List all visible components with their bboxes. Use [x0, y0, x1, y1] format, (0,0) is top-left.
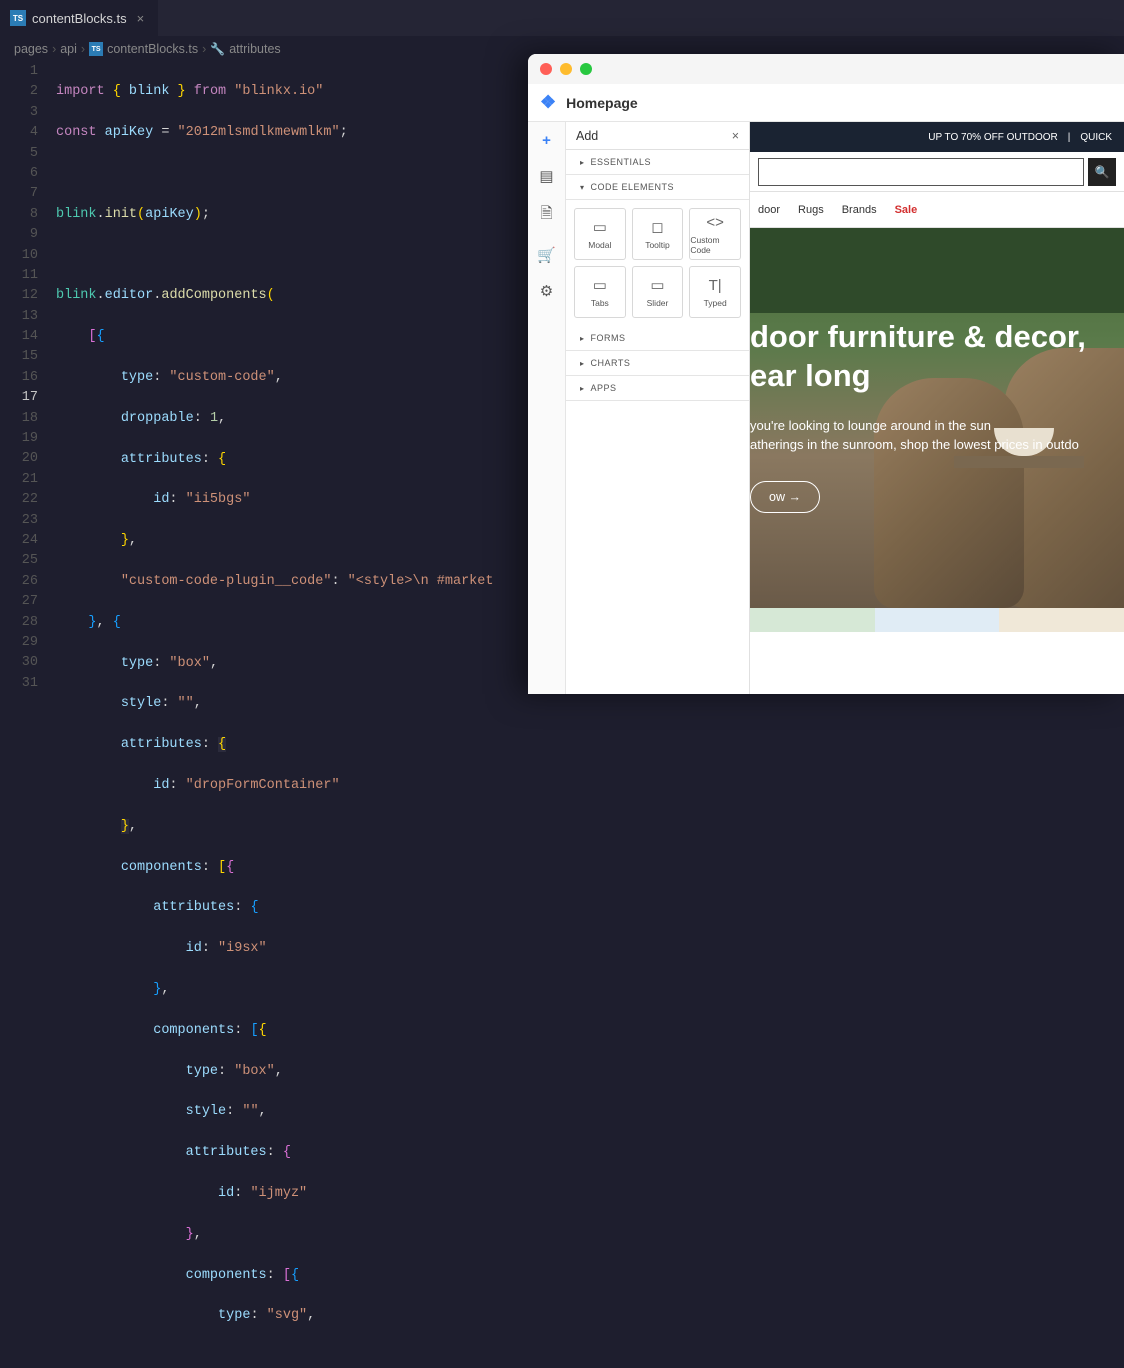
wrench-icon: 🔧: [210, 42, 225, 56]
component-modal[interactable]: ▭ Modal: [574, 208, 626, 260]
typescript-icon: [89, 42, 103, 56]
component-tabs[interactable]: ▭ Tabs: [574, 266, 626, 318]
layers-rail-icon[interactable]: ▤: [539, 167, 553, 185]
chevron-right-icon: ▸: [580, 334, 585, 343]
accordion-apps[interactable]: ▸ APPS: [566, 376, 749, 401]
nav-category[interactable]: Brands: [842, 204, 877, 216]
page-title: Homepage: [566, 95, 638, 111]
app-logo-icon: ❖: [540, 92, 556, 113]
accordion-code-elements[interactable]: ▾ CODE ELEMENTS: [566, 175, 749, 200]
accordion-forms[interactable]: ▸ FORMS: [566, 326, 749, 351]
promo-bar: UP TO 70% OFF OUTDOOR | QUICK: [750, 122, 1124, 152]
mac-minimize-button[interactable]: [560, 63, 572, 75]
close-icon[interactable]: ×: [133, 11, 149, 26]
chevron-down-icon: ▾: [580, 183, 585, 192]
chevron-right-icon: ›: [202, 42, 206, 56]
component-tooltip[interactable]: ◻ Tooltip: [632, 208, 684, 260]
mac-close-button[interactable]: [540, 63, 552, 75]
bottom-strip: [750, 608, 1124, 632]
chevron-right-icon: ›: [52, 42, 56, 56]
component-grid: ▭ Modal ◻ Tooltip <> Custom Code ▭ Tabs …: [566, 200, 749, 326]
add-panel-header: Add ×: [566, 122, 749, 150]
typed-icon: T|: [709, 277, 722, 294]
search-input[interactable]: [758, 158, 1084, 186]
mac-titlebar: [528, 54, 1124, 84]
close-icon[interactable]: ×: [732, 129, 739, 143]
app-header: ❖ Homepage: [528, 84, 1124, 122]
editor-tab-bar: contentBlocks.ts ×: [0, 0, 1124, 36]
breadcrumb-seg[interactable]: contentBlocks.ts: [89, 42, 198, 56]
chevron-right-icon: ▸: [580, 158, 585, 167]
component-slider[interactable]: ▭ Slider: [632, 266, 684, 318]
breadcrumb-seg[interactable]: pages: [14, 42, 48, 56]
search-icon: 🔍: [1095, 165, 1110, 179]
settings-rail-icon[interactable]: ⚙: [540, 282, 553, 300]
chevron-right-icon: ▸: [580, 384, 585, 393]
search-button[interactable]: 🔍: [1088, 158, 1116, 186]
commerce-rail-icon[interactable]: 🛒: [537, 246, 556, 264]
tabs-icon: ▭: [593, 276, 607, 294]
breadcrumb-seg[interactable]: api: [60, 42, 77, 56]
accordion-charts[interactable]: ▸ CHARTS: [566, 351, 749, 376]
mac-maximize-button[interactable]: [580, 63, 592, 75]
component-custom-code[interactable]: <> Custom Code: [689, 208, 741, 260]
nav-category[interactable]: Rugs: [798, 204, 824, 216]
site-preview: UP TO 70% OFF OUTDOOR | QUICK 🔍 door Rug…: [750, 122, 1124, 694]
add-panel-title: Add: [576, 129, 598, 143]
pages-rail-icon[interactable]: 🗎: [540, 203, 552, 228]
code-icon: <>: [706, 214, 724, 231]
search-bar: 🔍: [750, 152, 1124, 192]
editor-left-rail: + ▤ 🗎 🛒 ⚙: [528, 122, 566, 694]
modal-icon: ▭: [593, 218, 607, 236]
tab-filename: contentBlocks.ts: [32, 11, 127, 26]
accordion-essentials[interactable]: ▸ ESSENTIALS: [566, 150, 749, 175]
browser-window: ❖ Homepage + ▤ 🗎 🛒 ⚙ Add × ▸ ESSENTIALS …: [528, 54, 1124, 694]
component-typed[interactable]: T| Typed: [689, 266, 741, 318]
line-number-gutter: 1 2 3 4 5 6 7 8 9 10 11 12 13 14 15 16 1…: [0, 62, 56, 1368]
add-components-panel: Add × ▸ ESSENTIALS ▾ CODE ELEMENTS ▭ Mod…: [566, 122, 750, 694]
category-nav: door Rugs Brands Sale: [750, 192, 1124, 228]
hero-cta-button[interactable]: ow →: [750, 481, 820, 513]
chevron-right-icon: ›: [81, 42, 85, 56]
nav-category-sale[interactable]: Sale: [895, 204, 918, 216]
slider-icon: ▭: [650, 276, 664, 294]
tooltip-icon: ◻: [651, 218, 663, 236]
hero-subtitle: you're looking to lounge around in the s…: [750, 416, 1124, 455]
typescript-icon: [10, 10, 26, 26]
hero-section: door furniture & decor, ear long you're …: [750, 228, 1124, 608]
breadcrumb-seg[interactable]: 🔧 attributes: [210, 42, 280, 56]
chevron-right-icon: ▸: [580, 359, 585, 368]
add-rail-icon[interactable]: +: [542, 132, 551, 149]
hero-title: door furniture & decor, ear long: [750, 318, 1124, 396]
editor-tab-active[interactable]: contentBlocks.ts ×: [0, 0, 158, 36]
nav-category[interactable]: door: [758, 204, 780, 216]
